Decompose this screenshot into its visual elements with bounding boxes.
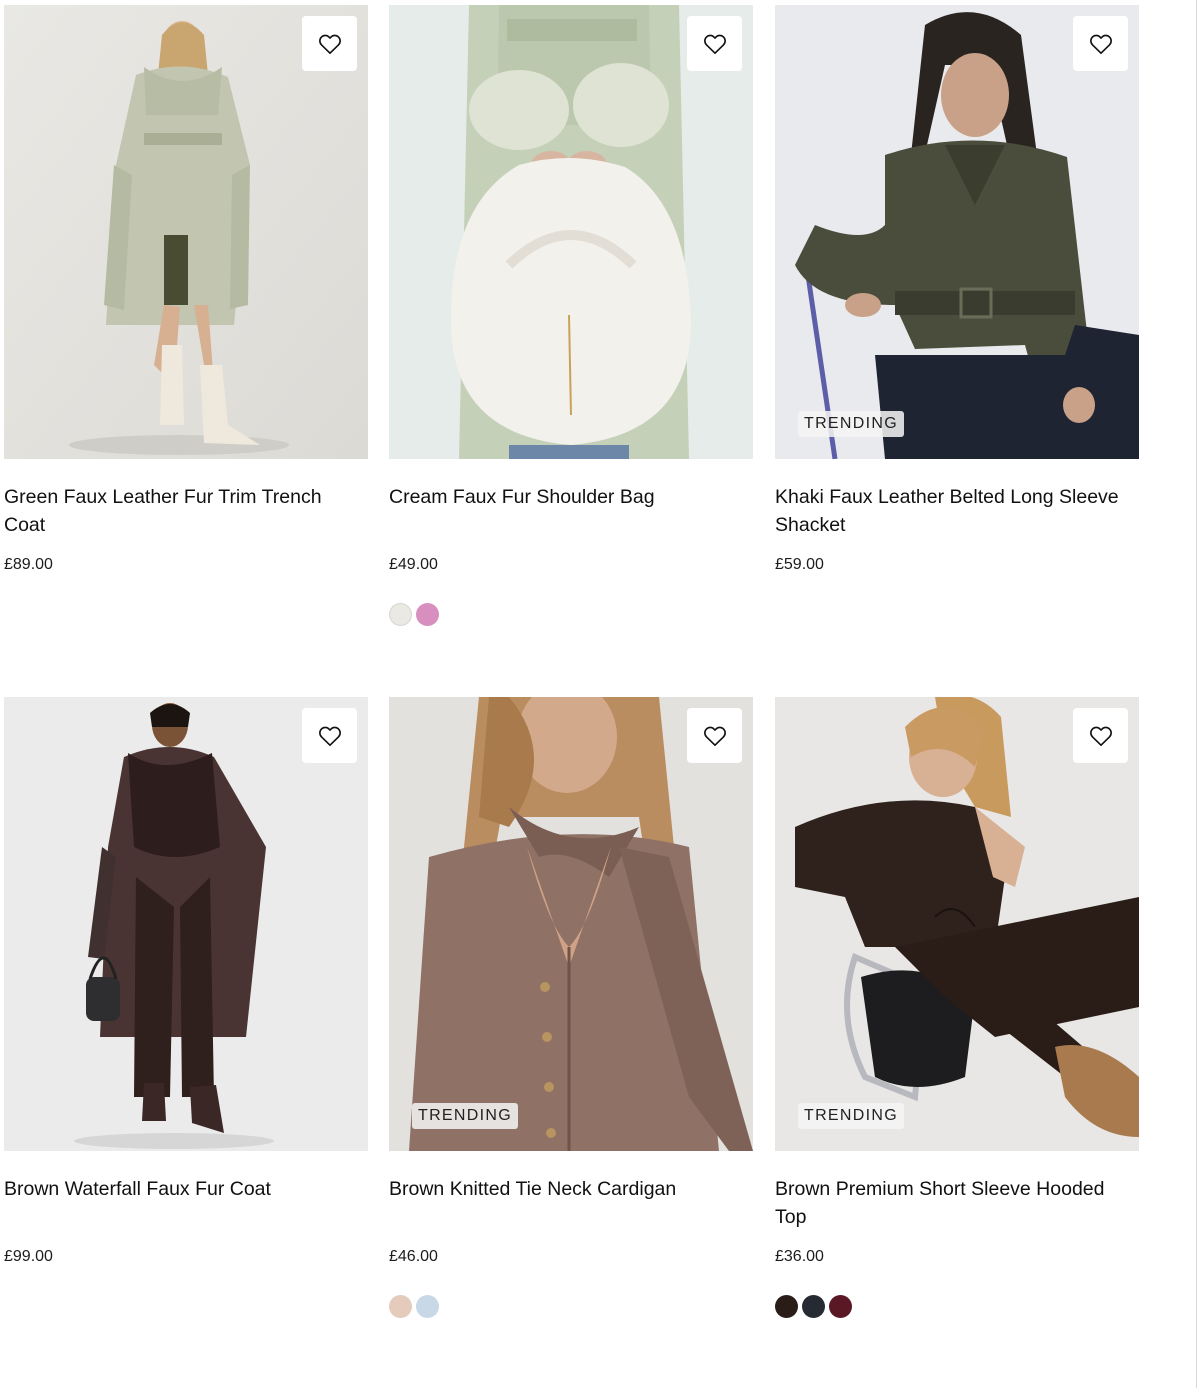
product-photo: [389, 697, 753, 1151]
color-swatch[interactable]: [829, 1295, 852, 1318]
product-name[interactable]: Cream Faux Fur Shoulder Bag: [389, 483, 753, 543]
product-photo: [389, 5, 753, 459]
product-name[interactable]: Brown Knitted Tie Neck Cardigan: [389, 1175, 753, 1235]
wishlist-button[interactable]: [687, 708, 742, 763]
color-swatch[interactable]: [775, 1295, 798, 1318]
product-price: £59.00: [775, 556, 824, 573]
product-image[interactable]: [389, 5, 753, 459]
product-image[interactable]: [4, 5, 368, 459]
product-card[interactable]: TRENDING Brown Premium Short Sleeve Hood…: [775, 697, 1139, 1319]
color-swatch[interactable]: [802, 1295, 825, 1318]
heart-icon: [1089, 726, 1112, 746]
product-name[interactable]: Khaki Faux Leather Belted Long Sleeve Sh…: [775, 483, 1139, 543]
product-card[interactable]: TRENDING Brown Knitted Tie Neck Cardigan…: [389, 697, 753, 1319]
color-swatches: [775, 603, 1139, 627]
product-card[interactable]: Cream Faux Fur Shoulder Bag £49.00: [389, 5, 753, 627]
wishlist-button[interactable]: [302, 16, 357, 71]
heart-icon: [318, 726, 341, 746]
product-photo: [775, 5, 1139, 459]
color-swatches: [775, 1295, 1139, 1319]
heart-icon: [318, 34, 341, 54]
product-photo: [4, 697, 368, 1151]
wishlist-button[interactable]: [1073, 708, 1128, 763]
heart-icon: [1089, 34, 1112, 54]
color-swatches: [389, 1295, 753, 1319]
scrollbar-track[interactable]: [1196, 0, 1197, 1388]
product-price: £89.00: [4, 556, 53, 573]
trending-badge: TRENDING: [798, 411, 904, 437]
product-image[interactable]: TRENDING: [389, 697, 753, 1151]
heart-icon: [703, 34, 726, 54]
product-image[interactable]: TRENDING: [775, 697, 1139, 1151]
heart-icon: [703, 726, 726, 746]
product-photo: [775, 697, 1139, 1151]
product-listing-page: Green Faux Leather Fur Trim Trench Coat …: [0, 0, 1200, 1388]
product-price: £46.00: [389, 1248, 438, 1265]
product-name[interactable]: Green Faux Leather Fur Trim Trench Coat: [4, 483, 368, 543]
product-photo: [4, 5, 368, 459]
color-swatches: [4, 603, 368, 627]
product-card[interactable]: TRENDING Khaki Faux Leather Belted Long …: [775, 5, 1139, 627]
product-price: £99.00: [4, 1248, 53, 1265]
wishlist-button[interactable]: [1073, 16, 1128, 71]
product-name[interactable]: Brown Premium Short Sleeve Hooded Top: [775, 1175, 1139, 1235]
wishlist-button[interactable]: [302, 708, 357, 763]
product-card[interactable]: Green Faux Leather Fur Trim Trench Coat …: [4, 5, 368, 627]
color-swatch[interactable]: [416, 603, 439, 626]
color-swatch[interactable]: [416, 1295, 439, 1318]
product-image[interactable]: TRENDING: [775, 5, 1139, 459]
trending-badge: TRENDING: [412, 1103, 518, 1129]
product-price: £49.00: [389, 556, 438, 573]
wishlist-button[interactable]: [687, 16, 742, 71]
color-swatches: [4, 1295, 368, 1319]
product-price: £36.00: [775, 1248, 824, 1265]
color-swatch[interactable]: [389, 1295, 412, 1318]
color-swatches: [389, 603, 753, 627]
trending-badge: TRENDING: [798, 1103, 904, 1129]
product-card[interactable]: Brown Waterfall Faux Fur Coat £99.00: [4, 697, 368, 1319]
product-image[interactable]: [4, 697, 368, 1151]
color-swatch[interactable]: [389, 603, 412, 626]
product-name[interactable]: Brown Waterfall Faux Fur Coat: [4, 1175, 368, 1235]
